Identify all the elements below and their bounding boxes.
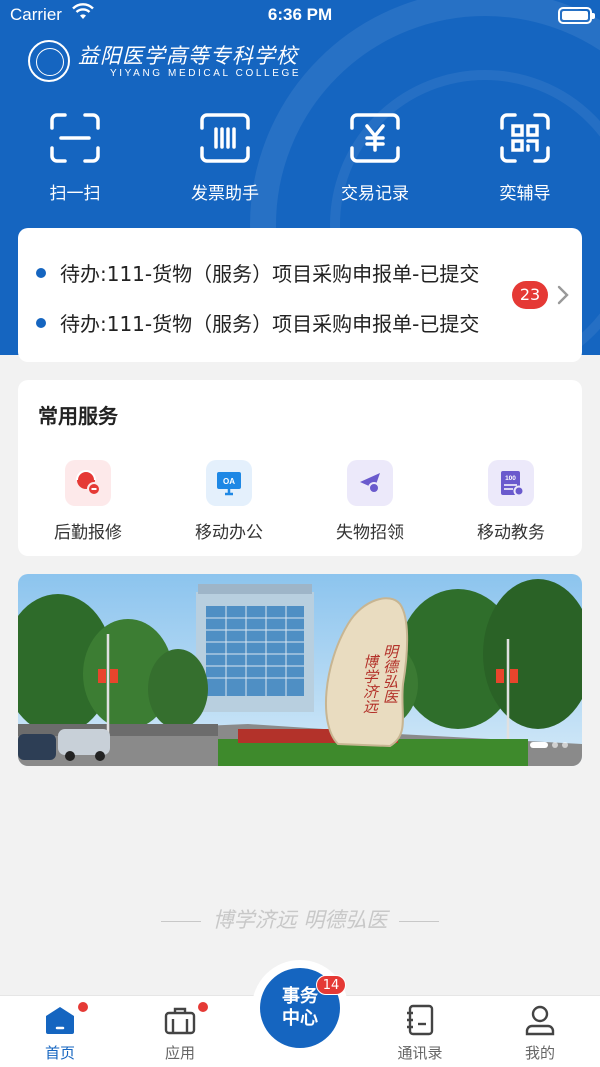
service-label: 失物招领 — [336, 523, 404, 543]
quick-action-label: 奕辅导 — [499, 184, 551, 204]
status-bar: Carrier 6:36 PM — [0, 0, 600, 32]
battery-icon — [558, 7, 595, 24]
home-icon — [46, 1007, 74, 1034]
bullet-dot — [36, 318, 46, 328]
bullet-dot — [36, 268, 46, 278]
invoice-icon — [200, 113, 250, 163]
tab-apps[interactable]: 应用 — [120, 1002, 240, 1063]
center-label-line2: 中心 — [282, 1008, 318, 1029]
divider — [399, 921, 440, 922]
lost-found-icon — [347, 460, 393, 506]
tab-profile[interactable]: 我的 — [480, 1004, 600, 1063]
svg-text:OA: OA — [223, 477, 235, 486]
tab-label: 我的 — [524, 1044, 555, 1062]
yuan-transaction-icon — [350, 113, 400, 163]
chevron-right-icon[interactable] — [556, 284, 570, 306]
tab-home[interactable]: 首页 — [0, 1002, 120, 1063]
service-lost-found[interactable]: 失物招领 — [300, 460, 440, 543]
academic-icon: 100 — [488, 460, 534, 506]
quick-action-invoice[interactable]: 发票助手 — [165, 112, 285, 204]
todo-item[interactable]: 待办:111-货物（服务）项目采购申报单-已提交 — [36, 306, 479, 336]
carousel-indicator[interactable] — [526, 742, 568, 748]
service-mobile-office[interactable]: OA 移动办公 — [159, 460, 299, 543]
quick-action-label: 扫一扫 — [49, 184, 101, 204]
todo-item-text: 待办:111-货物（服务）项目采购申报单-已提交 — [60, 262, 480, 286]
college-motto: 博学济远 明德弘医 — [0, 904, 600, 934]
campus-banner[interactable]: 明德弘医 博学济远 — [18, 574, 582, 766]
notification-dot — [78, 1002, 88, 1012]
contacts-icon — [407, 1004, 434, 1036]
quick-action-tutor[interactable]: 奕辅导 — [465, 112, 585, 204]
todo-item[interactable]: 待办:111-货物（服务）项目采购申报单-已提交 — [36, 256, 479, 286]
todo-item-text: 待办:111-货物（服务）项目采购申报单-已提交 — [60, 312, 480, 336]
repair-icon — [65, 460, 111, 506]
campus-photo: 明德弘医 博学济远 — [18, 574, 582, 766]
status-time: 6:36 PM — [267, 5, 333, 24]
quick-action-label: 发票助手 — [191, 184, 259, 204]
svg-text:博学济远: 博学济远 — [360, 654, 380, 714]
oa-icon: OA — [206, 460, 252, 506]
qr-code-icon — [500, 113, 550, 163]
scan-icon — [50, 113, 100, 163]
svg-text:100: 100 — [505, 475, 516, 482]
college-seal-icon — [28, 40, 70, 82]
service-repair[interactable]: 后勤报修 — [18, 460, 158, 543]
notification-dot — [198, 1002, 208, 1012]
affairs-count-badge: 14 — [316, 975, 346, 995]
quick-action-transactions[interactable]: 交易记录 — [315, 112, 435, 204]
service-academic[interactable]: 100 移动教务 — [441, 460, 581, 543]
service-label: 后勤报修 — [54, 523, 122, 543]
college-name-en: YIYANG MEDICAL COLLEGE — [110, 68, 302, 79]
divider — [160, 921, 201, 922]
svg-text:明德弘医: 明德弘医 — [380, 644, 400, 704]
quick-action-scan[interactable]: 扫一扫 — [15, 112, 135, 204]
todo-card[interactable]: 待办:111-货物（服务）项目采购申报单-已提交 待办:111-货物（服务）项目… — [18, 228, 582, 362]
tab-contacts[interactable]: 通讯录 — [360, 1004, 480, 1063]
service-label: 移动办公 — [195, 523, 263, 543]
todo-count-badge: 23 — [512, 281, 548, 309]
profile-icon — [525, 1005, 555, 1036]
service-label: 移动教务 — [477, 523, 545, 543]
tab-label: 通讯录 — [397, 1044, 443, 1062]
common-services-card: 常用服务 后勤报修 OA 移动办公 失物招领 100 移动教务 — [18, 380, 582, 556]
briefcase-icon — [164, 1007, 196, 1035]
motto-text: 博学济远 明德弘医 — [212, 908, 388, 932]
quick-actions: 扫一扫 发票助手 交易记录 奕辅导 — [0, 112, 600, 212]
tab-label: 应用 — [164, 1044, 195, 1062]
quick-action-label: 交易记录 — [341, 184, 409, 204]
college-name-cn: 益阳医学高等专科学校 — [78, 44, 298, 68]
tab-label: 首页 — [44, 1044, 75, 1062]
section-title: 常用服务 — [38, 404, 118, 428]
